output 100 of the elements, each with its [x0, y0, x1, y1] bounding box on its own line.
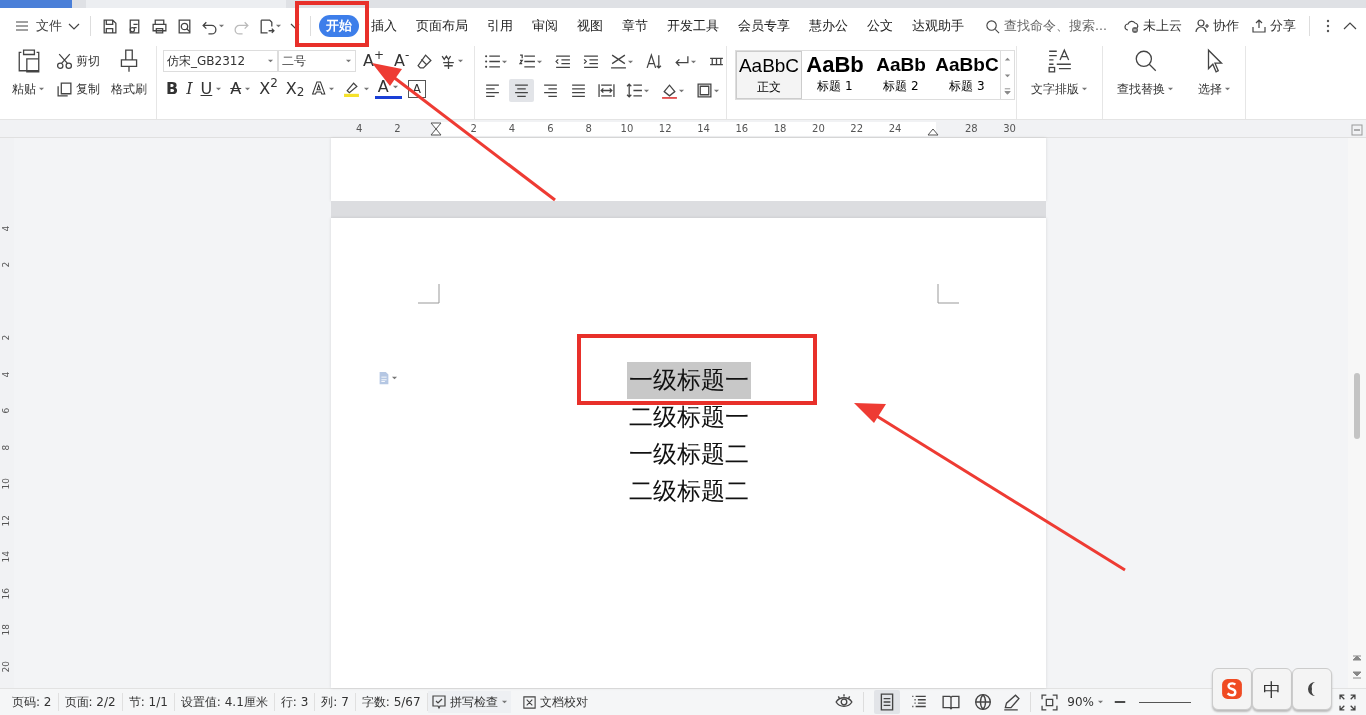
search-field[interactable]: 查找命令、搜索... [1004, 16, 1108, 36]
ruler-number: 14 [0, 551, 13, 563]
zoom-dropdown[interactable]: 90% [1064, 691, 1107, 713]
input-mode-button[interactable]: 中 [1252, 668, 1292, 710]
search-icon [985, 18, 1000, 34]
ruler-number: 2 [0, 334, 13, 341]
ribbon-button[interactable]: 文字排版 [1027, 46, 1092, 119]
menu-tab[interactable]: 审阅 [525, 14, 565, 38]
caret-icon [678, 87, 685, 94]
view-button[interactable] [874, 690, 901, 714]
pen-icon[interactable] [1002, 693, 1021, 711]
ruler-number: 8 [0, 444, 13, 451]
format-button[interactable]: U [197, 79, 226, 98]
print-preview-icon [176, 17, 193, 35]
status-text: 节: 1/1 [122, 693, 175, 711]
menu-tab[interactable]: 达观助手 [905, 14, 971, 38]
ruler-number: 2 [469, 122, 478, 136]
ruler-number: 6 [546, 122, 555, 136]
paste-button[interactable]: 粘贴 [8, 46, 49, 119]
border-icon [696, 82, 713, 99]
style-option[interactable]: AaBbC 正文 [736, 51, 802, 99]
paragraph-button[interactable] [509, 79, 534, 102]
scroll-thumb[interactable] [1354, 373, 1360, 439]
menu-tab[interactable]: 会员专享 [731, 14, 797, 38]
caret-icon [500, 699, 508, 705]
cut-button[interactable]: 剪切 [53, 50, 103, 72]
ribbon-button[interactable]: 查找替换 [1113, 46, 1178, 119]
page-up-icon[interactable] [1352, 652, 1362, 662]
reading-view-icon [942, 693, 961, 711]
scissors-icon [56, 52, 73, 70]
document-icon [377, 370, 391, 386]
fullscreen-icon[interactable] [1339, 693, 1356, 711]
justify-icon [570, 82, 587, 99]
style-option[interactable]: AaBb 标题 2 [868, 51, 934, 99]
format-button[interactable]: A [309, 79, 338, 98]
ruler-number: 22 [849, 122, 865, 136]
ribbon-button[interactable]: 选择 [1194, 46, 1235, 119]
format-button[interactable]: B [163, 79, 182, 98]
caret-icon [713, 87, 720, 94]
document-line: 一级标题二 [627, 439, 750, 470]
ruler-number: 4 [354, 122, 364, 136]
format-button[interactable]: X$_{2}$ [282, 79, 308, 98]
proofread-button[interactable]: 文档校对 [518, 691, 591, 713]
caret-icon [1224, 86, 1231, 92]
format-painter-button[interactable]: 格式刷 [107, 46, 151, 119]
menu-tab[interactable]: 页面布局 [409, 14, 475, 38]
ruler-number: 20 [811, 122, 826, 136]
cloud-icon [1124, 18, 1140, 34]
ruler-number: 24 [887, 122, 903, 136]
status-text: 设置值: 4.1厘米 [174, 693, 275, 711]
ruler-number: 12 [657, 122, 673, 136]
align-right-icon [542, 82, 559, 99]
ruler-number: 8 [584, 122, 593, 136]
save-as-icon [258, 17, 275, 35]
status-text: 列: 7 [315, 693, 356, 711]
menu-tab[interactable]: 章节 [615, 14, 655, 38]
menu-tab[interactable]: 引用 [480, 14, 520, 38]
copy-icon [56, 80, 73, 98]
fit-page-icon[interactable] [1041, 693, 1059, 711]
caret-icon [501, 58, 508, 65]
ruler-number: 2 [0, 261, 13, 268]
menu-tab[interactable]: 慧办公 [802, 14, 855, 38]
spell-check-button[interactable]: 拼写检查 [427, 691, 511, 713]
header-action-button[interactable]: 分享 [1248, 14, 1299, 38]
night-mode-button[interactable] [1292, 668, 1332, 710]
status-text: 页码: 2 [6, 693, 59, 711]
header-action-button[interactable]: 未上云 [1121, 14, 1185, 38]
menu-tab[interactable]: 开始 [319, 14, 359, 38]
format-button[interactable]: X$^{2}$ [256, 79, 281, 98]
file-menu-button[interactable]: 文件 [12, 14, 82, 38]
menu-tab[interactable]: 视图 [570, 14, 610, 38]
indent-marker-icon[interactable] [429, 122, 442, 136]
copy-button[interactable]: 复制 [53, 78, 103, 100]
share-icon [1251, 18, 1267, 34]
ruler-number: 28 [963, 122, 979, 136]
sort-icon [645, 53, 662, 70]
style-option[interactable]: AaBbC 标题 3 [934, 51, 1000, 99]
page-down-icon[interactable] [1352, 670, 1362, 680]
style-option[interactable]: AaBb 标题 1 [802, 51, 868, 99]
expand-icon[interactable] [1003, 86, 1012, 96]
eraser-icon[interactable] [416, 52, 434, 70]
decrease-indent-icon [554, 53, 571, 70]
font-size-dropdown[interactable]: 二号 [278, 50, 356, 72]
menu-tab[interactable]: 插入 [364, 14, 404, 38]
ime-logo-button[interactable] [1212, 668, 1252, 710]
ruler-number: 18 [772, 122, 788, 136]
header-action-button[interactable]: 协作 [1191, 14, 1242, 38]
menu-tab[interactable]: 公文 [860, 14, 900, 38]
proofread-icon [521, 694, 537, 710]
menu-tab[interactable]: 开发工具 [660, 14, 726, 38]
format-button[interactable]: I [183, 79, 196, 98]
ruler-number: 4 [0, 225, 13, 232]
paragraph-button[interactable] [595, 81, 618, 100]
align-left-icon [484, 82, 501, 99]
caret-icon [690, 58, 697, 65]
font-size-button[interactable]: A$^{-}$ [391, 52, 413, 70]
font-name-dropdown[interactable]: 仿宋_GB2312 [163, 50, 278, 72]
corner-mark-icon [937, 284, 959, 304]
font-size-button[interactable]: A$^{+}$ [360, 52, 387, 70]
format-button[interactable]: A [227, 79, 255, 98]
